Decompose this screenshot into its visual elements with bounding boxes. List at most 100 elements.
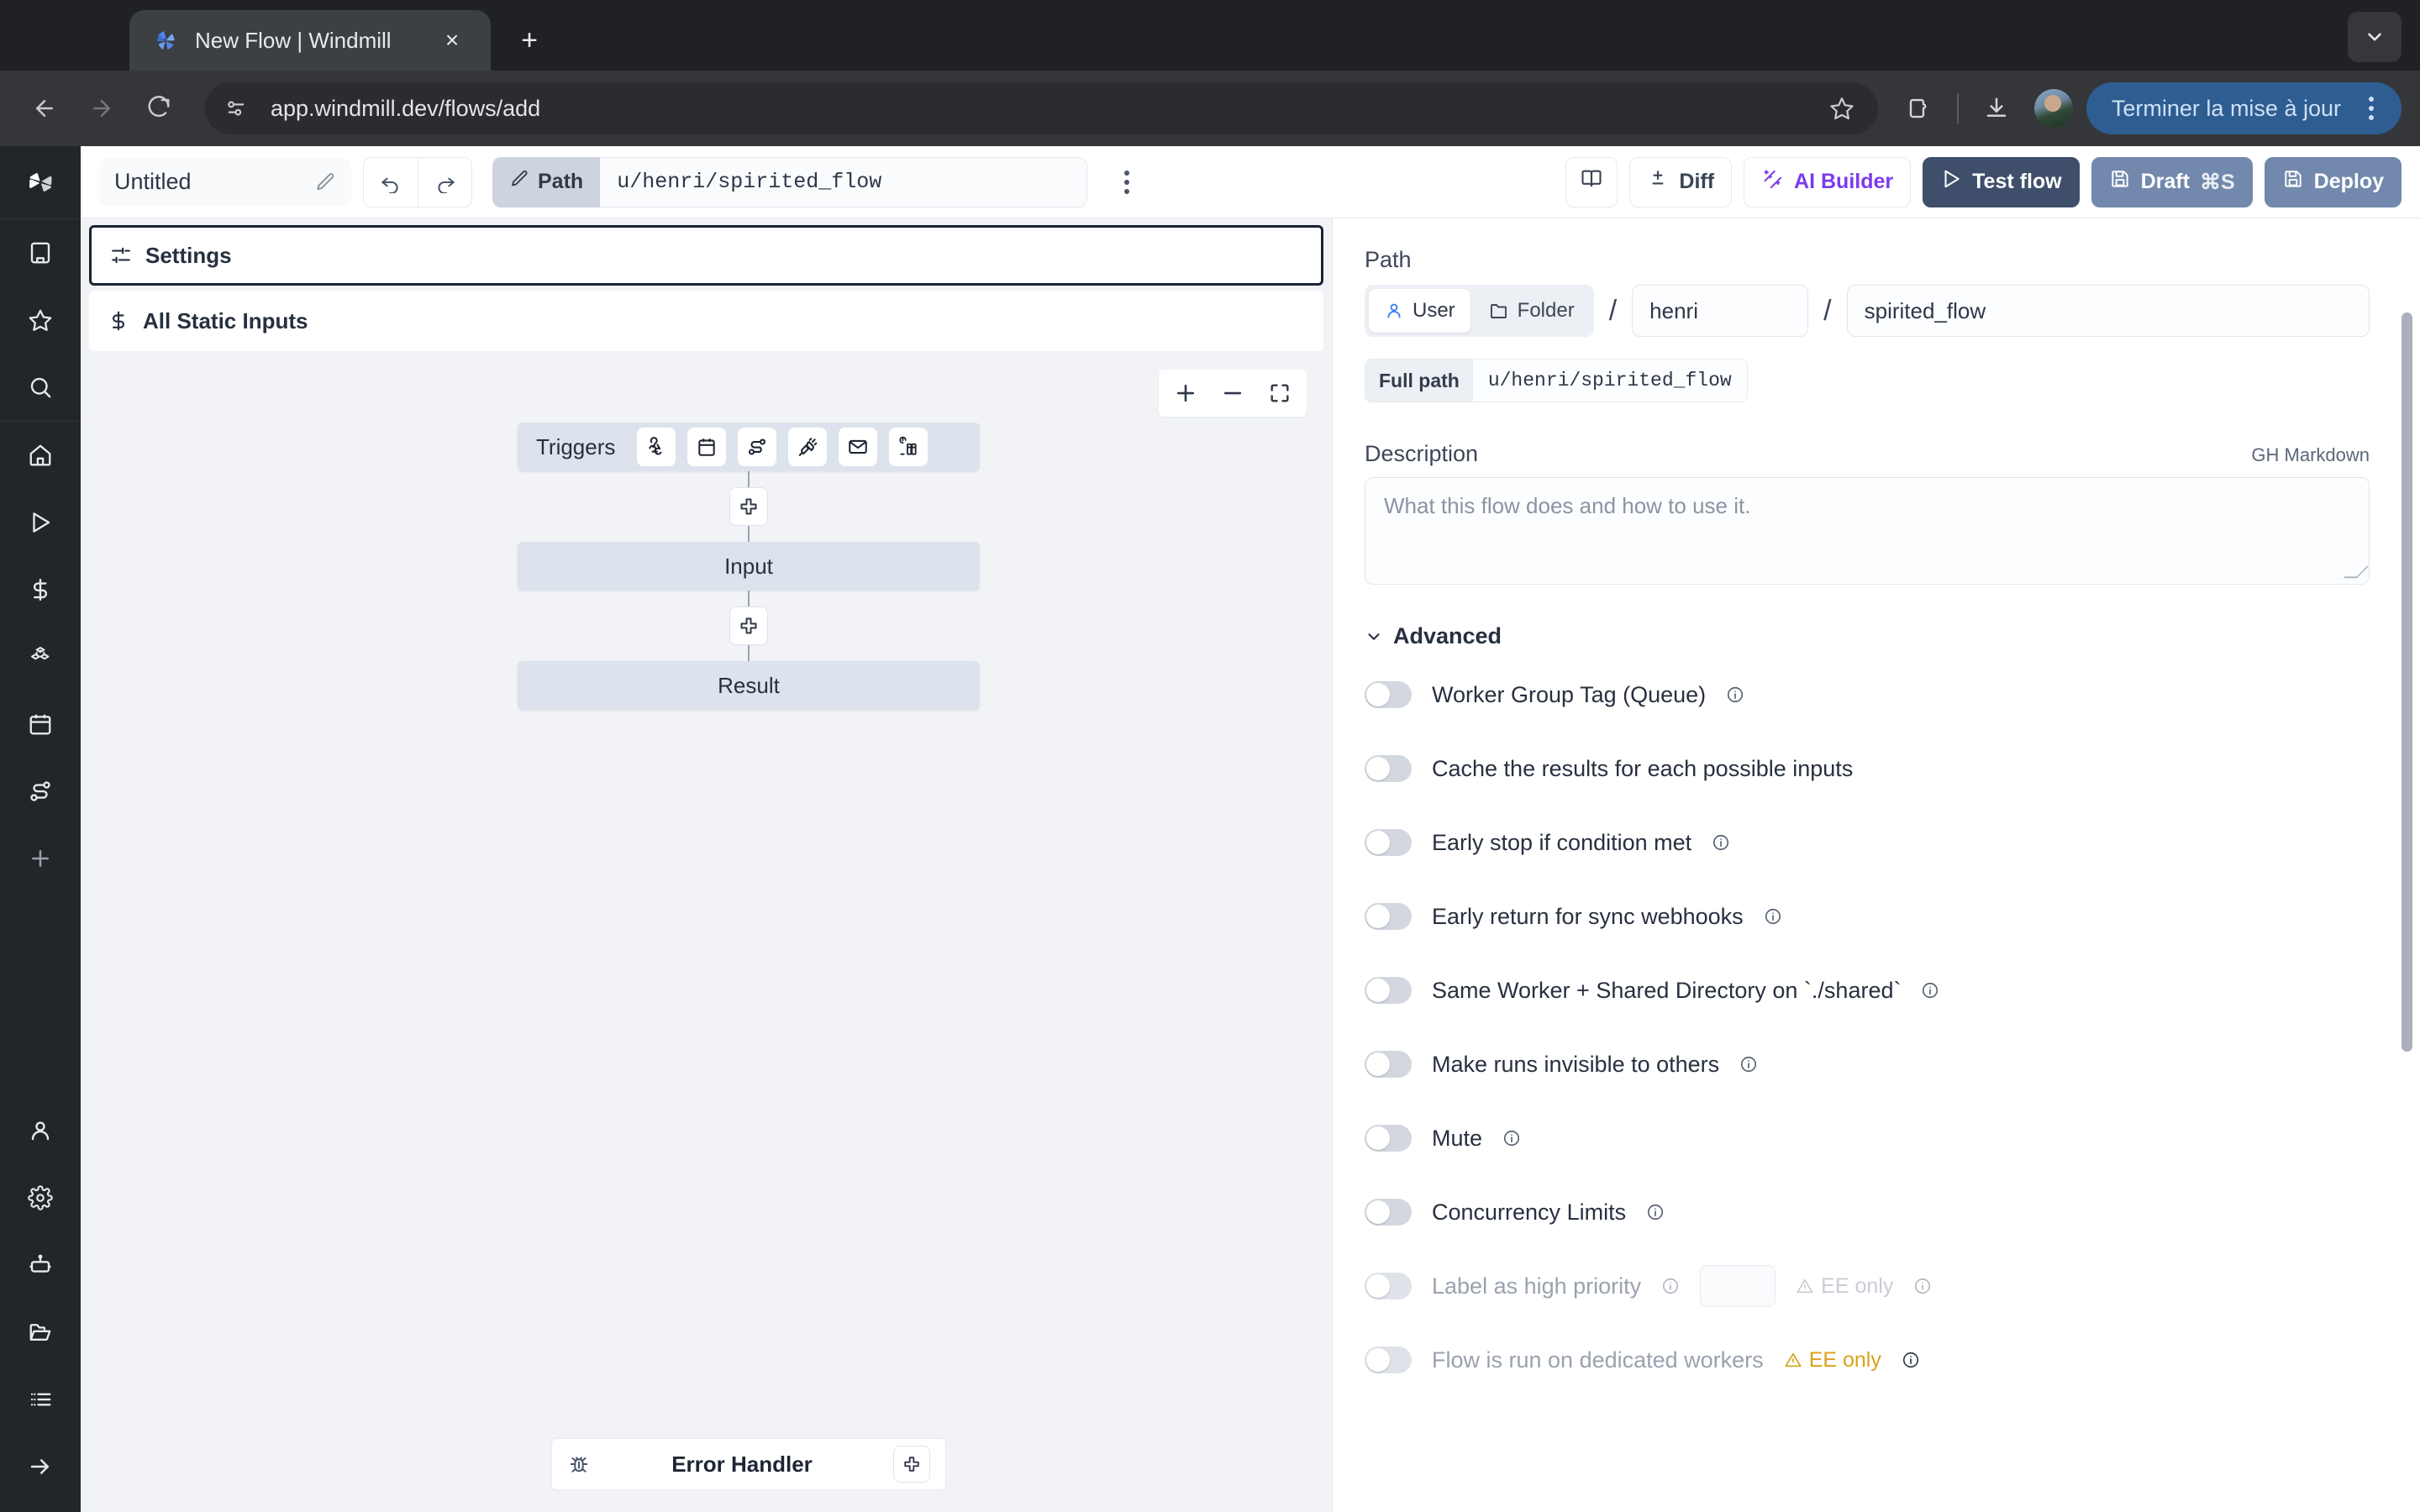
sidebar-item-search[interactable] [10,357,71,417]
triggers-node[interactable]: Triggers [518,423,980,471]
info-icon[interactable] [1726,685,1744,704]
redo-icon[interactable] [418,158,471,207]
avatar[interactable] [2034,89,2073,128]
star-icon[interactable] [1819,86,1865,131]
info-icon[interactable] [1502,1129,1521,1147]
update-button[interactable]: Terminer la mise à jour [2086,82,2402,134]
windmill-logo-icon[interactable] [0,146,81,218]
full-path-row: Full path u/henri/spirited_flow [1365,359,2370,402]
sidebar-item-expand-sidebar[interactable] [10,1436,71,1497]
new-tab-button[interactable]: + [506,17,553,64]
sliders-icon [110,244,132,266]
add-step-button[interactable] [729,606,768,645]
mute-toggle[interactable] [1365,1125,1412,1152]
sidebar-item-all-static-inputs[interactable]: All Static Inputs [89,291,1323,351]
sidebar-item-variables[interactable] [10,559,71,620]
error-handler-label: Error Handler [591,1452,893,1478]
tab-strip: New Flow | Windmill × + [0,0,2420,71]
mail-icon[interactable] [839,428,877,466]
downloads-icon[interactable] [1972,84,2021,133]
flow-graph-canvas[interactable]: Triggers [81,351,1332,1512]
calendar-icon[interactable] [687,428,726,466]
sidebar-item-settings-panel[interactable]: Settings [89,225,1323,286]
sidebar-item-routes[interactable] [10,761,71,822]
close-icon[interactable]: × [435,24,469,57]
invisible-runs-toggle[interactable] [1365,1051,1412,1078]
sidebar-item-runs[interactable] [10,492,71,553]
extensions-icon[interactable] [1895,84,1944,133]
chrome-menu-icon[interactable] [2353,90,2390,127]
site-settings-icon[interactable] [213,86,259,131]
concurrency-limits-toggle[interactable] [1365,1199,1412,1226]
route-icon[interactable] [738,428,776,466]
database-icon[interactable] [889,428,928,466]
info-icon[interactable] [1902,1351,1920,1369]
zoom-out-button[interactable] [1211,371,1255,415]
docs-button[interactable] [1565,157,1618,207]
info-icon[interactable] [1646,1203,1665,1221]
owner-input[interactable]: henri [1632,285,1808,337]
reload-icon[interactable] [133,82,185,134]
deploy-button[interactable]: Deploy [2265,157,2402,207]
flow-title-field[interactable]: Untitled [99,158,351,207]
sidebar-item-favorites[interactable] [10,290,71,350]
chevron-down-icon[interactable] [2348,12,2402,62]
flow-name-input[interactable]: spirited_flow [1847,285,2370,337]
add-error-handler-button[interactable] [893,1446,930,1483]
early-return-toggle[interactable] [1365,903,1412,930]
sidebar-item-folders[interactable] [10,1302,71,1362]
draft-button[interactable]: Draft ⌘S [2091,157,2253,207]
description-textarea[interactable]: What this flow does and how to use it. [1365,477,2370,585]
toggle-label: Cache the results for each possible inpu… [1432,756,1853,782]
sidebar-item-home[interactable] [10,425,71,486]
sidebar-item-workspace[interactable] [10,223,71,283]
pencil-icon[interactable] [314,171,336,193]
owner-kind-folder-option[interactable]: Folder [1474,289,1590,333]
toggle-row-mute: Mute [1365,1101,2370,1175]
test-flow-button[interactable]: Test flow [1923,157,2079,207]
toggle-row-early-stop: Early stop if condition met [1365,806,2370,879]
fit-view-button[interactable] [1258,371,1302,415]
info-icon[interactable] [1739,1055,1758,1074]
ai-builder-button[interactable]: AI Builder [1744,157,1911,207]
webhook-icon[interactable] [637,428,676,466]
add-step-button[interactable] [729,487,768,526]
sidebar-item-account[interactable] [10,1100,71,1161]
info-icon[interactable] [1712,833,1730,852]
warning-icon [1796,1277,1814,1295]
same-worker-toggle[interactable] [1365,977,1412,1004]
kebab-menu-icon[interactable] [1106,157,1148,207]
advanced-section-header[interactable]: Advanced [1365,623,2370,649]
early-stop-toggle[interactable] [1365,829,1412,856]
path-separator: / [1823,295,1831,328]
info-icon[interactable] [1921,981,1939,1000]
sidebar-item-schedules[interactable] [10,694,71,754]
address-bar[interactable]: app.windmill.dev/flows/add [205,82,1878,134]
rail-divider [0,421,81,422]
diff-button[interactable]: Diff [1629,157,1732,207]
back-arrow-icon[interactable] [18,82,71,134]
zoom-in-button[interactable] [1164,371,1207,415]
sidebar-item-audit-logs[interactable] [10,1369,71,1430]
sidebar-item-workers[interactable] [10,1235,71,1295]
settings-scrollbar[interactable] [2402,312,2412,1052]
plug-icon[interactable] [788,428,827,466]
sidebar-item-resources[interactable] [10,627,71,687]
toggle-label: Same Worker + Shared Directory on `./sha… [1432,978,1901,1004]
worker-group-tag-toggle[interactable] [1365,681,1412,708]
sidebar-item-create[interactable] [10,828,71,889]
cache-results-toggle[interactable] [1365,755,1412,782]
input-node[interactable]: Input [518,542,980,591]
result-node[interactable]: Result [518,661,980,710]
owner-kind-user-option[interactable]: User [1369,289,1470,333]
book-icon [1580,167,1603,197]
browser-tab[interactable]: New Flow | Windmill × [129,10,491,71]
info-icon[interactable] [1764,907,1782,926]
toggle-row-early-return: Early return for sync webhooks [1365,879,2370,953]
settings-content: Path User [1333,218,2420,1397]
undo-icon[interactable] [364,158,418,207]
path-input[interactable]: u/henri/spirited_flow [600,157,1087,207]
path-edit-button[interactable]: Path [492,157,600,207]
sidebar-item-settings[interactable] [10,1168,71,1228]
error-handler-bar[interactable]: Error Handler [551,1438,946,1490]
